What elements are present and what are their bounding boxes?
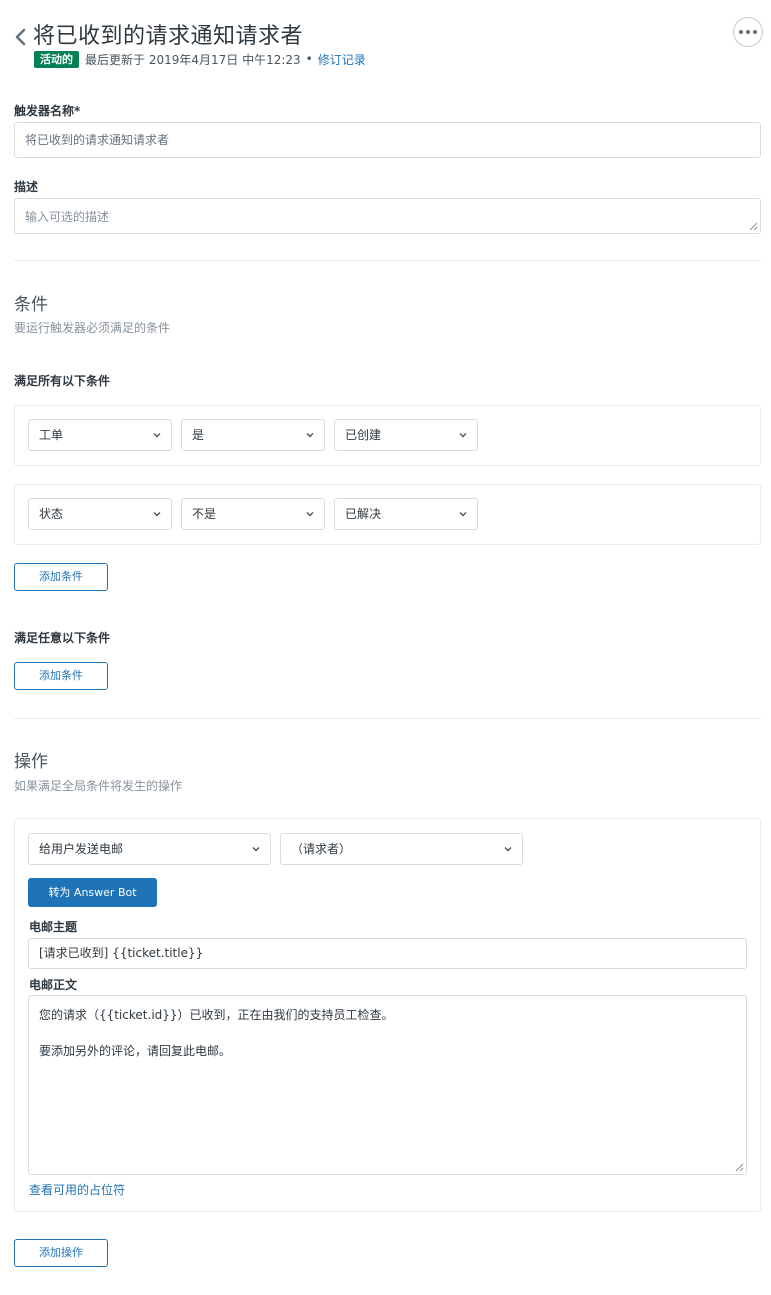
chevron-down-icon (306, 512, 314, 517)
answer-bot-button[interactable]: 转为 Answer Bot (28, 878, 157, 907)
actions-title: 操作 (14, 752, 48, 772)
resize-grip-icon[interactable] (735, 1163, 744, 1172)
recipient-select[interactable]: （请求者） (280, 833, 523, 865)
select-value: 已创建 (345, 428, 382, 442)
condition-field-select[interactable]: 工单 (28, 419, 172, 451)
page-title: 将已收到的请求通知请求者 (33, 24, 304, 49)
status-badge: 活动的 (34, 50, 79, 68)
resize-grip-icon[interactable] (749, 222, 758, 231)
select-value: 状态 (39, 507, 64, 521)
trigger-name-input[interactable]: 将已收到的请求通知请求者 (14, 122, 761, 158)
chevron-down-icon (459, 433, 467, 438)
description-label: 描述 (14, 180, 39, 194)
back-chevron-icon[interactable] (12, 26, 28, 48)
condition-field-select[interactable]: 状态 (28, 498, 172, 530)
trigger-editor-page: 将已收到的请求通知请求者 活动的 最后更新于 2019年4月17日 中午12:2… (0, 0, 771, 1295)
chevron-down-icon (153, 433, 161, 438)
description-placeholder: 输入可选的描述 (25, 210, 110, 224)
all-conditions-label: 满足所有以下条件 (14, 374, 111, 388)
email-body-line: 要添加另外的评论，请回复此电邮。 (39, 1044, 232, 1058)
select-value: （请求者） (291, 842, 352, 856)
add-condition-any-button[interactable]: 添加条件 (14, 662, 108, 690)
chevron-down-icon (153, 512, 161, 517)
condition-row: 工单 是 已创建 (14, 405, 761, 466)
chevron-down-icon (504, 847, 512, 852)
condition-row: 状态 不是 已解决 (14, 484, 761, 545)
action-type-select[interactable]: 给用户发送电邮 (28, 833, 271, 865)
description-textarea[interactable]: 输入可选的描述 (14, 198, 761, 234)
revision-history-link[interactable]: 修订记录 (318, 51, 366, 68)
condition-operator-select[interactable]: 不是 (181, 498, 325, 530)
more-options-button[interactable] (733, 17, 763, 47)
condition-operator-select[interactable]: 是 (181, 419, 325, 451)
condition-value-select[interactable]: 已创建 (334, 419, 478, 451)
conditions-subtitle: 要运行触发器必须满足的条件 (14, 321, 171, 335)
select-value: 给用户发送电邮 (39, 842, 124, 856)
email-body-line: 您的请求（{{ticket.id}}）已收到，正在由我们的支持员工检查。 (39, 1008, 394, 1022)
condition-value-select[interactable]: 已解决 (334, 498, 478, 530)
any-conditions-label: 满足任意以下条件 (14, 631, 111, 645)
add-action-button[interactable]: 添加操作 (14, 1239, 108, 1267)
select-value: 是 (192, 428, 205, 442)
email-subject-label: 电邮主题 (29, 920, 78, 934)
add-condition-all-button[interactable]: 添加条件 (14, 563, 108, 591)
section-divider (14, 718, 761, 719)
select-value: 工单 (39, 428, 64, 442)
email-subject-input[interactable]: [请求已收到] {{ticket.title}} (28, 938, 747, 969)
email-body-label: 电邮正文 (29, 978, 78, 992)
trigger-name-label: 触发器名称* (14, 104, 81, 118)
chevron-down-icon (459, 512, 467, 517)
select-value: 不是 (192, 507, 217, 521)
view-placeholders-link[interactable]: 查看可用的占位符 (29, 1181, 125, 1198)
chevron-down-icon (252, 847, 260, 852)
section-divider (14, 260, 761, 261)
trigger-meta: 活动的 最后更新于 2019年4月17日 中午12:23 • 修订记录 (34, 50, 366, 68)
meta-separator: • (305, 52, 313, 66)
actions-subtitle: 如果满足全局条件将发生的操作 (14, 779, 183, 793)
conditions-title: 条件 (14, 295, 48, 315)
chevron-down-icon (306, 433, 314, 438)
email-body-textarea[interactable]: 您的请求（{{ticket.id}}）已收到，正在由我们的支持员工检查。 要添加… (28, 995, 747, 1175)
last-updated-text: 最后更新于 2019年4月17日 中午12:23 (85, 52, 301, 67)
more-dots-icon (739, 30, 743, 34)
select-value: 已解决 (345, 507, 382, 521)
